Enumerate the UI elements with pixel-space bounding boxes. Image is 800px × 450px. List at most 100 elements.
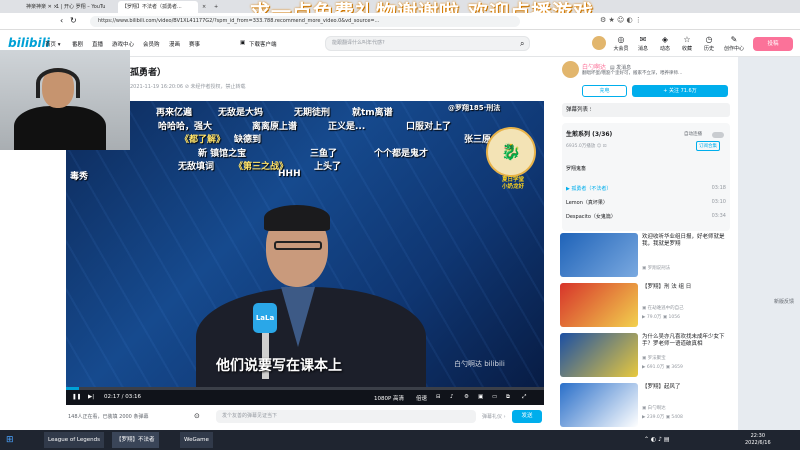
nav-download-client[interactable]: 下载客户端 [249, 40, 277, 48]
header-creator[interactable]: ✎ 创作中心 [720, 35, 748, 52]
player-controls: ❚❚ ▶| 02:17 / 03:16 1080P 高清 倍速 ⊟ ♪ ⚙ ▣ … [66, 391, 544, 405]
widescreen-icon[interactable]: ▭ [492, 394, 497, 400]
nav-comic[interactable]: 漫画 [169, 40, 180, 48]
streamer-body [14, 106, 106, 150]
header-history[interactable]: ◷ 历史 [698, 35, 720, 52]
pip-icon[interactable]: ▣ [478, 394, 483, 400]
star-icon: ☆ [683, 35, 691, 44]
web-fullscreen-icon[interactable]: ⧉ [506, 394, 510, 401]
speaker-glasses [274, 241, 322, 250]
quality-selector[interactable]: 1080P 高清 [374, 394, 404, 402]
video-meta: 2021-11-19 16:20:06 ⊘ 未经作者授权，禁止转载 [130, 84, 246, 90]
video-title: 孤勇者） [130, 68, 167, 78]
rec-author: ▣ 白勺啊达 [642, 406, 666, 411]
user-avatar[interactable] [592, 36, 606, 50]
video-player[interactable]: LaLa 再来亿遍 无敌是大妈 无期徒刑 就tm离谱 @罗翔185·刑法 哈哈哈… [66, 101, 544, 405]
download-client-icon[interactable]: ▣ [240, 40, 245, 46]
danmaku-comment: 无期徒刑 [294, 108, 331, 118]
microphone: LaLa [253, 303, 277, 333]
fullscreen-icon[interactable]: ⤢ [522, 394, 526, 401]
danmaku-input[interactable]: 发个友善的弹幕见证当下 [216, 410, 476, 423]
playlist-item[interactable]: Despacito（女鬼篇） 03:34 [566, 213, 726, 220]
header-message[interactable]: ✉ 消息 [632, 35, 654, 52]
danmaku-toggle-icon[interactable]: ⊙ [194, 412, 200, 420]
charge-button[interactable]: 充电 [582, 85, 627, 97]
danmaku-comment: 再来亿遍 [156, 108, 193, 118]
playlist-group[interactable]: 罗翔鬼畜 [566, 165, 726, 172]
online-count: 148人正在看，已装填 2000 条弹幕 [68, 414, 149, 420]
send-danmaku-button[interactable]: 发送 [512, 410, 542, 423]
reload-icon[interactable]: ↻ [70, 16, 77, 25]
play-pause-icon[interactable]: ❚❚ [72, 394, 81, 400]
message-icon: ✉ [639, 35, 647, 44]
next-icon[interactable]: ▶| [88, 394, 94, 400]
nav-shop[interactable]: 会员购 [143, 40, 160, 48]
search-icon[interactable]: ⌕ [520, 39, 524, 49]
browser-tab-2[interactable]: 1 | 开心 罗翔 – YouTu [52, 1, 112, 13]
danmaku-comment: 毒秀 [70, 172, 89, 182]
upload-button[interactable]: 投稿 [753, 37, 793, 51]
address-bar[interactable]: https://www.bilibili.com/video/BV1XL4117… [90, 16, 520, 27]
nav-game-center[interactable]: 游戏中心 [112, 40, 134, 48]
recommended-video[interactable]: 欢迎收听华业组日报，好老师就是我，我就是罗翔 ▣ 罗翔说刑法 [560, 233, 736, 279]
danmaku-list-toggle[interactable]: 弹幕列表 ⁝ [562, 103, 730, 117]
browser-toolbar: ‹ ↻ https://www.bilibili.com/video/BV1XL… [0, 13, 800, 30]
video-thumbnail [560, 233, 638, 277]
video-thumbnail [560, 383, 638, 427]
subtitle-icon[interactable]: ⊟ [436, 394, 441, 400]
nav-esports[interactable]: 赛事 [189, 40, 200, 48]
feedback-link[interactable]: 新版反馈 [774, 299, 796, 306]
tray-icons[interactable]: ⌃ ◐ ♪ ▤ [640, 432, 673, 448]
danmaku-comment: 《都了解》 [180, 135, 226, 145]
rec-author: ▣ 在劫难逃中的自己 [642, 306, 684, 311]
time-display: 02:17 / 03:16 [104, 394, 142, 400]
playlist-item[interactable]: ▶ 孤勇者（不法者） 03:18 [566, 185, 726, 192]
rec-author: ▣ 罗翔说刑法 [642, 266, 671, 271]
danmaku-comment: 就tm离谱 [352, 108, 393, 118]
danmaku-comment: 离离原上谱 [252, 122, 298, 132]
danmaku-comment: 哈哈哈，强大 [158, 122, 213, 132]
back-icon[interactable]: ‹ [60, 16, 63, 25]
bilibili-logo[interactable]: bilibili [8, 36, 50, 50]
recommended-video[interactable]: 【罗翔】刑 法 组 日 ▣ 在劫难逃中的自己 ▶ 79.0万 ▣ 1056 [560, 283, 736, 329]
settings-icon[interactable]: ⚙ [464, 394, 469, 400]
extension-icons[interactable]: ⚙ ★ ☺ ◐ ⋮ [600, 16, 642, 24]
taskbar-lol[interactable]: League of Legends [44, 432, 104, 448]
uploader-name[interactable]: 白勺啊达 ▤ 发消息 [582, 62, 631, 71]
recommended-video[interactable]: 【罗翔】起风了 ▣ 白勺啊达 ▶ 239.0万 ▣ 5408 [560, 383, 736, 429]
taskbar-clock: 22:30 2022/6/16 [745, 433, 771, 446]
playlist-item[interactable]: Lemon（真坏果） 03:10 [566, 199, 726, 206]
streamer-webcam [0, 50, 130, 150]
subscribe-collection-button[interactable]: 订阅合集 [696, 141, 720, 151]
header-dynamic[interactable]: ◈ 动态 [654, 35, 676, 52]
nav-home[interactable]: 首页 ▾ [45, 40, 61, 48]
danmaku-comment: 上头了 [314, 162, 342, 172]
taskbar-wegame[interactable]: WeGame [180, 432, 213, 448]
header-member[interactable]: ◎ 大会员 [610, 35, 632, 52]
new-tab-icon[interactable]: + [210, 1, 220, 13]
progress-fill [66, 387, 79, 390]
close-tab-icon[interactable]: × [198, 1, 208, 13]
uploader-avatar[interactable] [562, 61, 579, 78]
browser-tab-active[interactable]: 【罗翔】不法者（孤勇者... [118, 1, 198, 13]
playlist-title: 生煎系列 (3/36) [566, 131, 613, 138]
speed-selector[interactable]: 倍速 [416, 394, 427, 402]
autoplay-toggle[interactable] [712, 132, 724, 138]
search-input[interactable]: 能跟翻译什么叫年代感? [325, 36, 530, 51]
rec-author: ▣ 罗法聚宝 [642, 356, 666, 361]
taskbar-browser[interactable]: 【罗翔】不法者 [112, 432, 159, 448]
danmaku-comment: 新 镇馆之宝 [198, 149, 247, 159]
header-favorite[interactable]: ☆ 收藏 [676, 35, 698, 52]
nav-anime[interactable]: 番剧 [72, 40, 83, 48]
uploader-description: 翻唱坏蛋/哦豁个歪好可，搬家不立深，喂养律师... [582, 71, 683, 76]
recommended-video[interactable]: 为什么吴亦凡喜欢找未成年少女下手？罗老师一语道破真相 ▣ 罗法聚宝 ▶ 691.… [560, 333, 736, 379]
windows-start-icon[interactable]: ⊞ [2, 432, 18, 448]
danmaku-comment: HHH [278, 169, 301, 179]
progress-bar[interactable] [66, 387, 544, 390]
follow-button[interactable]: + 关注 71.6万 [632, 85, 728, 97]
creator-icon: ✎ [730, 35, 738, 44]
volume-icon[interactable]: ♪ [450, 394, 454, 400]
nav-live[interactable]: 直播 [92, 40, 103, 48]
danmaku-etiquette-link[interactable]: 弹幕礼仪 › [482, 413, 506, 420]
video-thumbnail [560, 283, 638, 327]
